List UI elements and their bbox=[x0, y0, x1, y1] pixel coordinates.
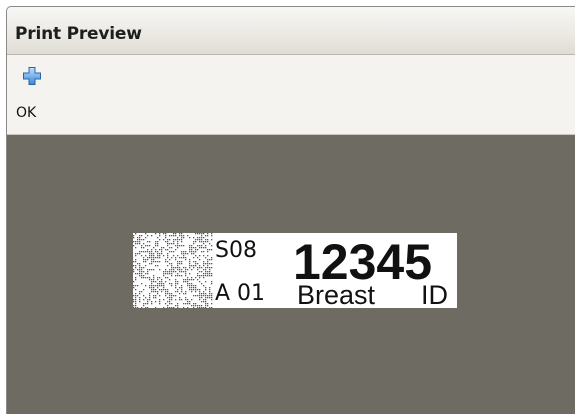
data-matrix-code bbox=[133, 233, 213, 308]
window-title: Print Preview bbox=[15, 24, 142, 44]
plus-icon bbox=[23, 67, 41, 85]
title-bar: Print Preview bbox=[7, 7, 575, 55]
ok-label: OK bbox=[16, 105, 37, 121]
cassette-label-preview: S08 A 01 12345 Breast ID bbox=[133, 233, 457, 308]
ok-button[interactable]: OK bbox=[11, 61, 53, 121]
toolbar: OK bbox=[7, 55, 575, 135]
id-text: ID bbox=[421, 280, 448, 308]
tissue-type: Breast bbox=[297, 280, 376, 308]
preview-area: S08 A 01 12345 Breast ID bbox=[7, 135, 575, 414]
print-preview-window: Print Preview OK S08 A 01 12345 Breast I… bbox=[6, 6, 575, 414]
cassette-code-line1: S08 bbox=[215, 238, 257, 263]
cassette-code-line2: A 01 bbox=[215, 281, 266, 306]
